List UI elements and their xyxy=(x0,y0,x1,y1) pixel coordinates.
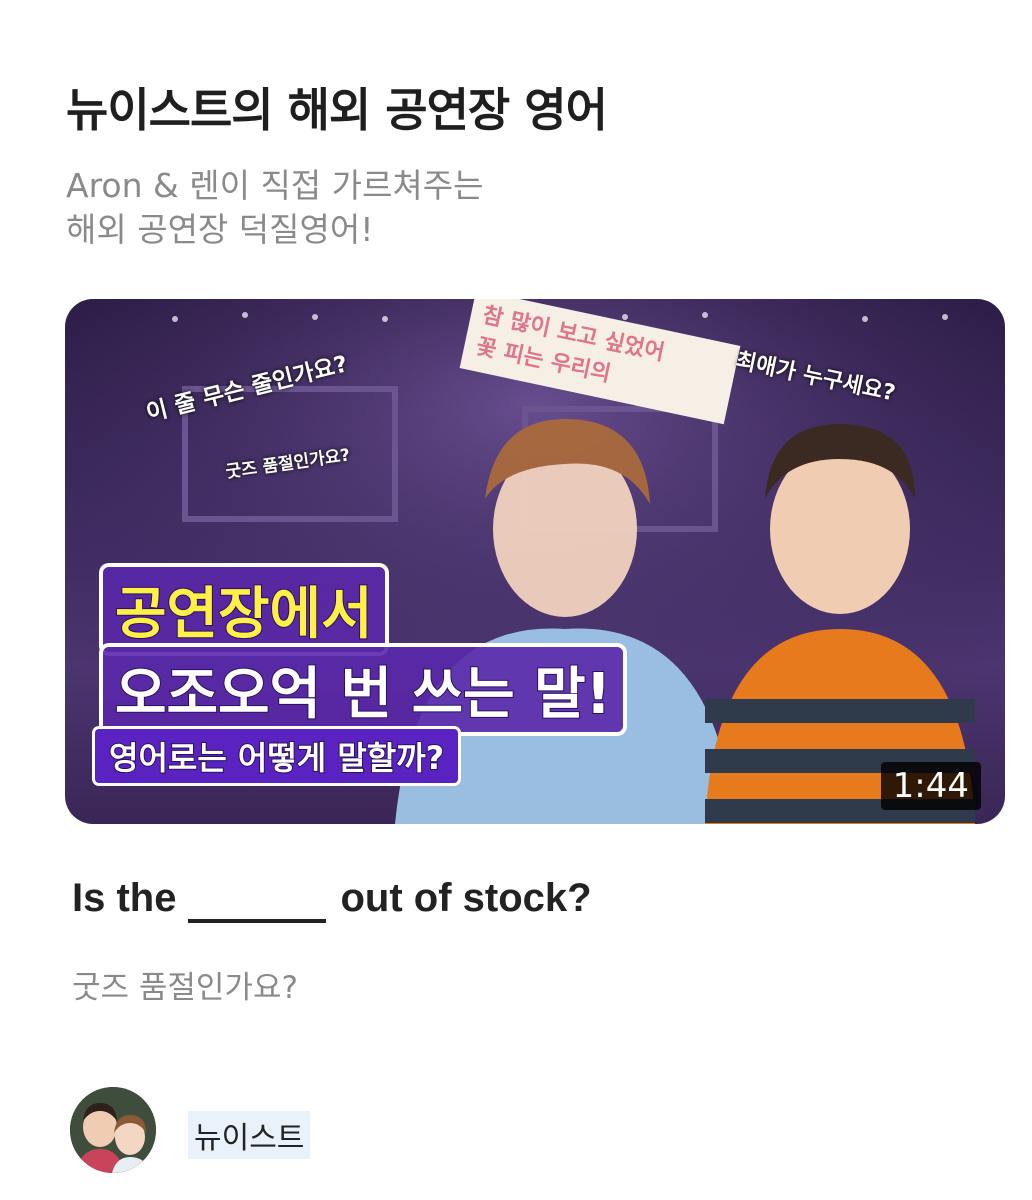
duration-badge: 1:44 xyxy=(880,762,981,810)
channel-avatar-icon[interactable] xyxy=(70,1087,156,1173)
subtitle-line-1: Aron & 렌이 직접 가르쳐주는 xyxy=(66,166,484,205)
channel-name[interactable]: 뉴이스트 xyxy=(188,1111,311,1159)
answer-blank xyxy=(188,919,327,923)
headline-2: 오조오억 번 쓰는 말! xyxy=(103,647,624,732)
video-thumbnail[interactable]: 참 많이 보고 싶었어 꽃 피는 우리의 이 줄 무슨 줄인가요? 굿즈 품절인… xyxy=(65,299,1005,824)
page-title: 뉴이스트의 해외 공연장 영어 xyxy=(66,83,608,137)
question-after: out of stock? xyxy=(340,876,592,920)
quiz-question: Is the out of stock? xyxy=(72,876,592,923)
quiz-answer: 굿즈 품절인가요? xyxy=(72,970,298,1006)
headline-1: 공연장에서 xyxy=(103,567,385,652)
question-before: Is the xyxy=(72,876,177,920)
headline-3: 영어로는 어떻게 말할까? xyxy=(95,729,459,783)
subtitle-line-2: 해외 공연장 덕질영어! xyxy=(66,210,374,249)
page-subtitle: Aron & 렌이 직접 가르쳐주는 해외 공연장 덕질영어! xyxy=(66,164,866,252)
